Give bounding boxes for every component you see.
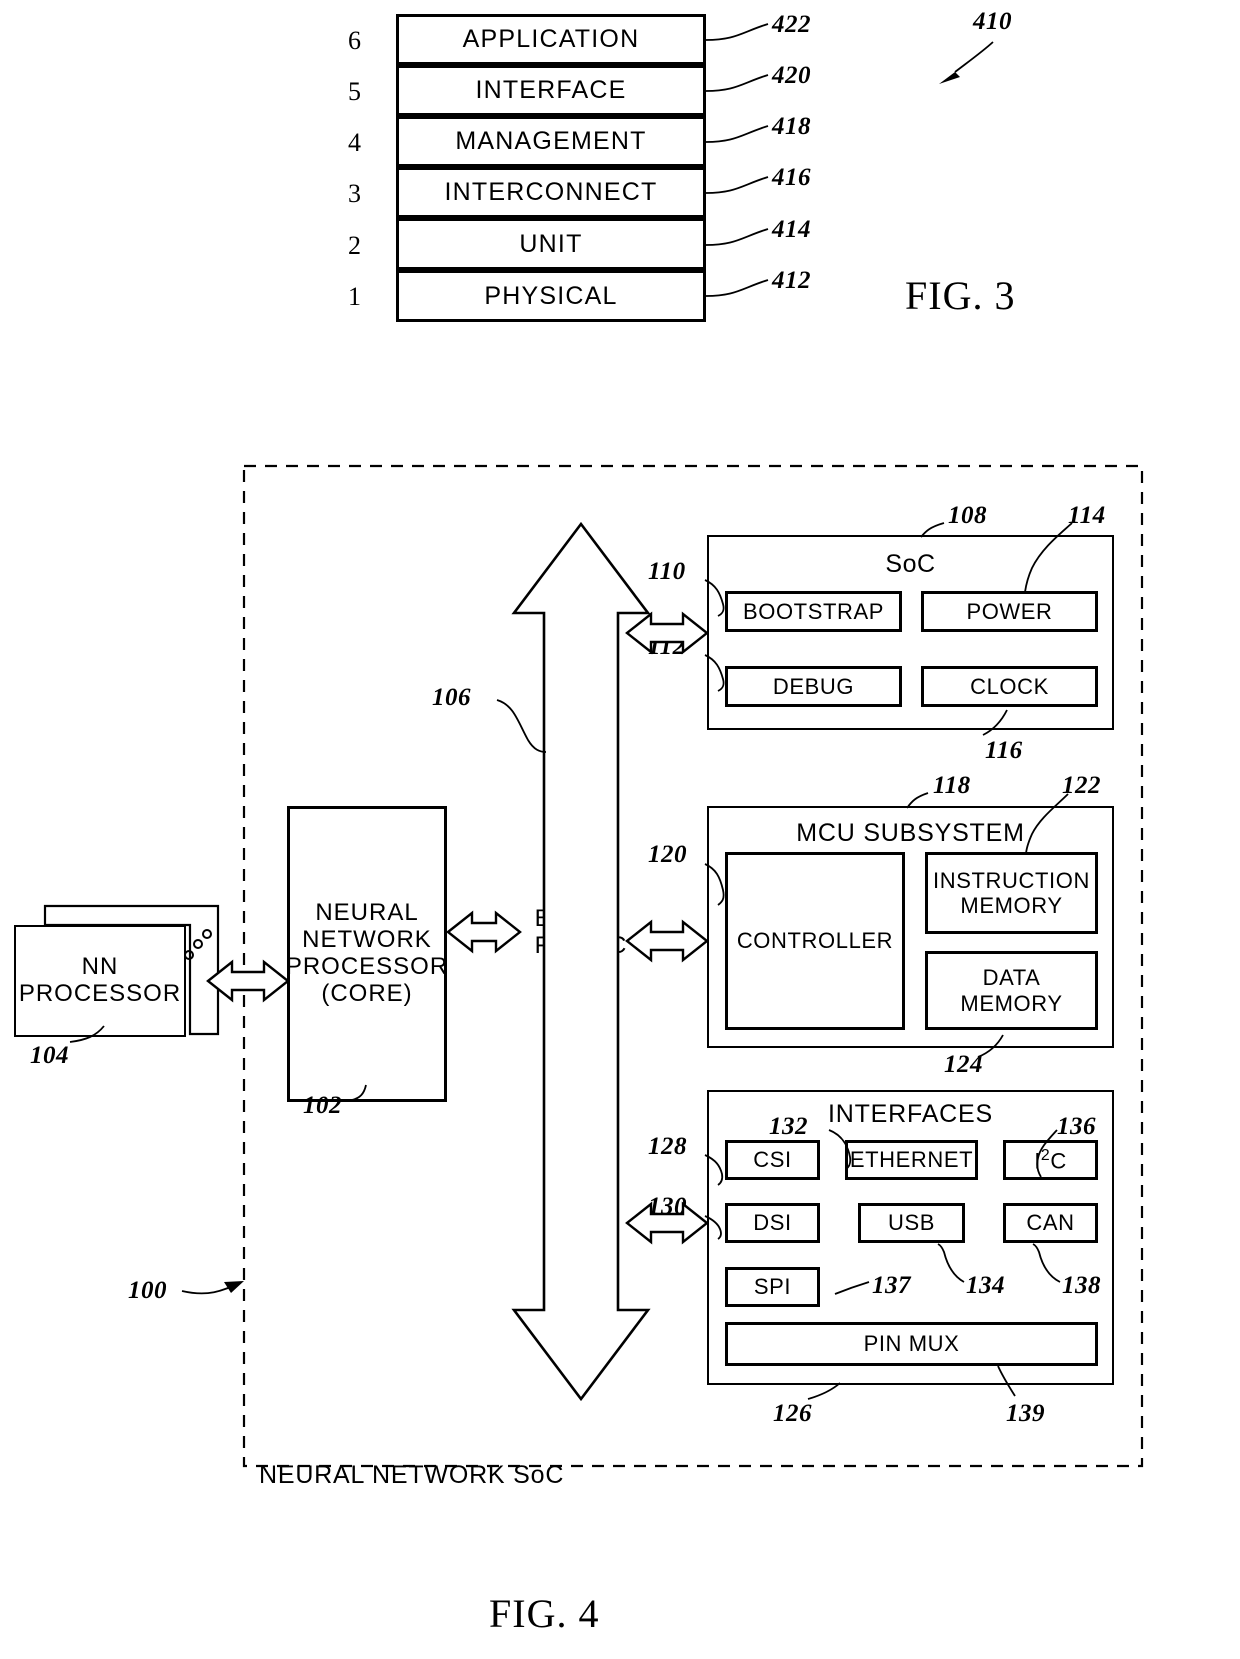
soc-debug-block[interactable]: DEBUG xyxy=(725,666,902,707)
interface-pin-mux-block[interactable]: PIN MUX xyxy=(725,1322,1098,1366)
interface-block-label: DSI xyxy=(753,1210,792,1236)
ref-139: 139 xyxy=(1006,1400,1045,1427)
ref-124: 124 xyxy=(944,1051,983,1078)
soc-block-label: POWER xyxy=(966,598,1053,624)
soc-bootstrap-block[interactable]: BOOTSTRAP xyxy=(725,591,902,632)
mcu-data-memory-block[interactable]: DATA MEMORY xyxy=(925,951,1098,1030)
interface-block-label: USB xyxy=(887,1210,936,1236)
ref-130: 130 xyxy=(648,1193,687,1220)
ref-138: 138 xyxy=(1062,1272,1101,1299)
soc-block-label: BOOTSTRAP xyxy=(742,598,885,624)
ref-100: 100 xyxy=(128,1277,167,1304)
ref-118: 118 xyxy=(933,772,971,799)
mcu-block-label: CONTROLLER xyxy=(736,928,894,954)
figure-4-caption: FIG. 4 xyxy=(489,1591,600,1636)
ref-104: 104 xyxy=(30,1042,69,1069)
interface-block-label: PIN MUX xyxy=(863,1331,960,1357)
mcu-block-label: INSTRUCTION MEMORY xyxy=(933,867,1090,918)
figure-4: NN PROCESSOR 104 NEURAL NETWORK PROCESSO… xyxy=(0,0,1240,1659)
interface-block-label: CAN xyxy=(1026,1210,1075,1236)
mcu-instruction-memory-block[interactable]: INSTRUCTION MEMORY xyxy=(925,852,1098,934)
ref-132: 132 xyxy=(769,1113,808,1140)
ref-128: 128 xyxy=(648,1133,687,1160)
ref-137: 137 xyxy=(872,1272,911,1299)
ref-134: 134 xyxy=(966,1272,1005,1299)
soc-block-label: CLOCK xyxy=(970,673,1049,699)
interface-block-label: ETHERNET xyxy=(849,1147,974,1173)
soc-clock-block[interactable]: CLOCK xyxy=(921,666,1098,707)
interface-dsi-block[interactable]: DSI xyxy=(725,1203,820,1243)
ref-102: 102 xyxy=(303,1092,342,1119)
mcu-subsystem-title: MCU SUBSYSTEM xyxy=(796,819,1025,847)
interface-block-label: I2C xyxy=(1034,1146,1067,1174)
ref-116: 116 xyxy=(985,737,1023,764)
interface-block-label: CSI xyxy=(753,1147,792,1173)
ref-108: 108 xyxy=(948,502,987,529)
soc-title: SoC xyxy=(885,550,936,578)
mcu-block-label: DATA MEMORY xyxy=(960,965,1063,1016)
interface-usb-block[interactable]: USB xyxy=(858,1203,965,1243)
interface-csi-block[interactable]: CSI xyxy=(725,1140,820,1180)
ref-122: 122 xyxy=(1062,772,1101,799)
interface-block-label: SPI xyxy=(753,1274,792,1300)
interface-ethernet-block[interactable]: ETHERNET xyxy=(845,1140,978,1180)
nn-processor-block[interactable]: NN PROCESSOR xyxy=(14,925,186,1037)
neural-network-processor-core-block[interactable]: NEURAL NETWORK PROCESSOR (CORE) xyxy=(285,806,449,1102)
soc-power-block[interactable]: POWER xyxy=(921,591,1098,632)
interface-spi-block[interactable]: SPI xyxy=(725,1267,820,1307)
ref-114: 114 xyxy=(1068,502,1106,529)
neural-network-soc-label: NEURAL NETWORK SoC xyxy=(259,1461,565,1489)
ref-112: 112 xyxy=(648,633,686,660)
interface-i2c-block[interactable]: I2C xyxy=(1003,1140,1098,1180)
ref-106: 106 xyxy=(432,684,471,711)
mcu-controller-block[interactable]: CONTROLLER xyxy=(725,852,905,1030)
bus-fabric-label: BUS FABRIC xyxy=(534,905,628,959)
ref-126: 126 xyxy=(773,1400,812,1427)
ref-120: 120 xyxy=(648,841,687,868)
ref-110: 110 xyxy=(648,558,686,585)
interface-can-block[interactable]: CAN xyxy=(1003,1203,1098,1243)
core-label: NEURAL NETWORK PROCESSOR (CORE) xyxy=(285,899,449,1007)
ref-136: 136 xyxy=(1057,1113,1096,1140)
nn-processor-label: NN PROCESSOR xyxy=(18,953,182,1007)
soc-block-label: DEBUG xyxy=(772,673,855,699)
